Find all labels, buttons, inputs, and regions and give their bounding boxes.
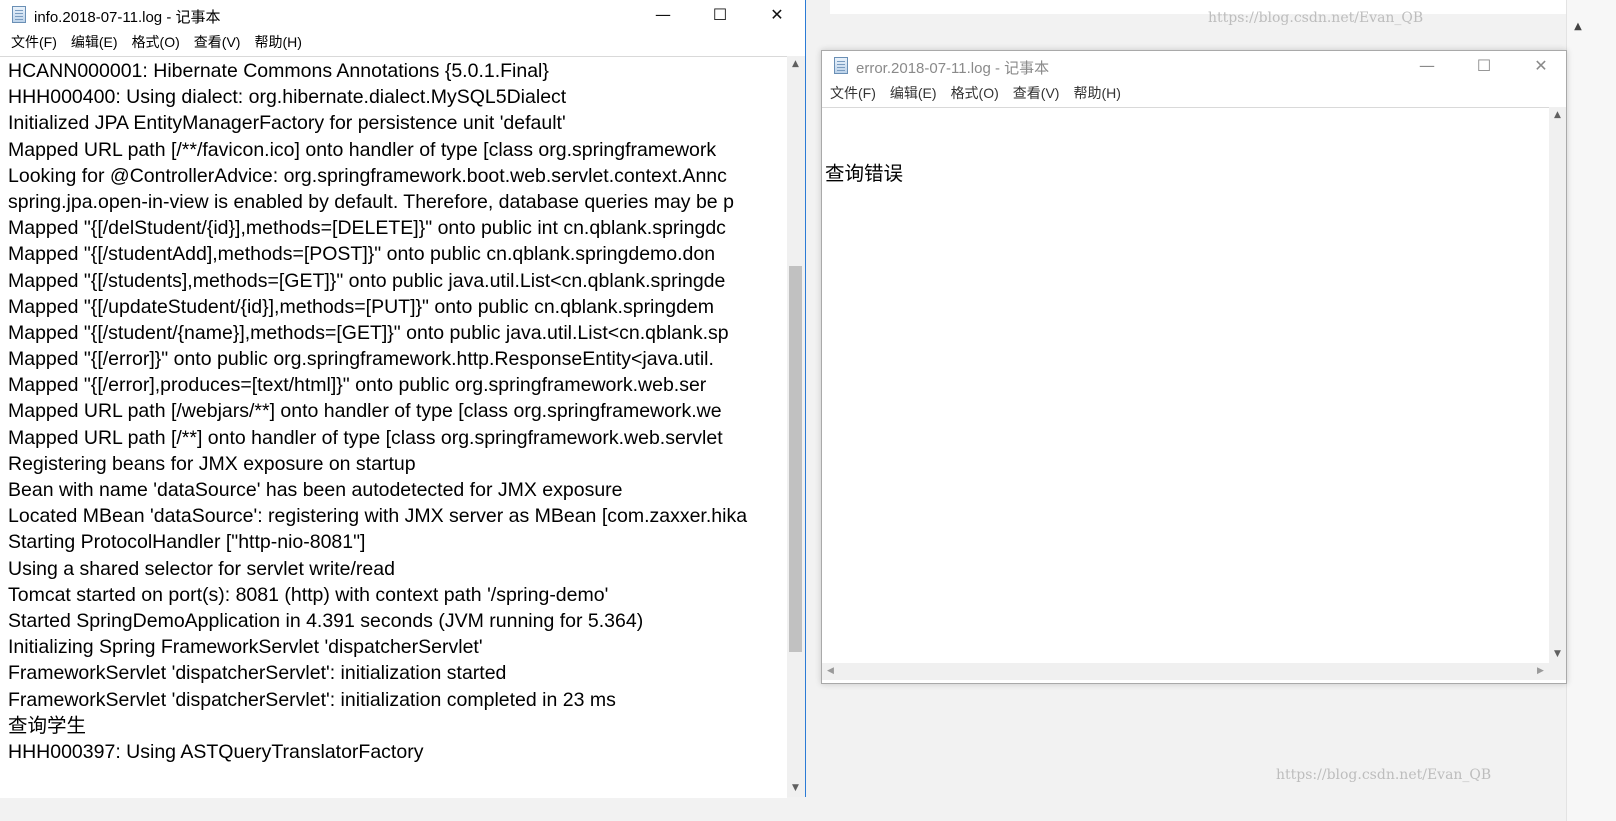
menu-file[interactable]: 文件(F) bbox=[4, 30, 64, 54]
info-log-vertical-scrollbar[interactable]: ▲ ▼ bbox=[787, 56, 805, 797]
scroll-up-arrow-icon[interactable]: ▲ bbox=[1549, 107, 1566, 124]
text-line: spring.jpa.open-in-view is enabled by de… bbox=[8, 190, 734, 213]
text-line: 查询错误 bbox=[825, 163, 904, 186]
text-line: Mapped "{[/updateStudent/{id}],methods=[… bbox=[8, 295, 715, 318]
scroll-right-arrow-icon[interactable]: ▶ bbox=[1532, 663, 1549, 680]
maximize-button[interactable]: ☐ bbox=[697, 0, 743, 30]
text-line: Mapped URL path [/**/favicon.ico] onto h… bbox=[8, 138, 717, 161]
menu-view[interactable]: 查看(V) bbox=[1006, 81, 1067, 105]
text-line: HHH000400: Using dialect: org.hibernate.… bbox=[8, 86, 567, 109]
scroll-up-arrow-icon[interactable]: ▲ bbox=[1567, 16, 1589, 38]
close-button[interactable]: ✕ bbox=[754, 0, 800, 30]
text-line: Mapped "{[/students],methods=[GET]}" ont… bbox=[8, 269, 726, 292]
error-log-vertical-scrollbar[interactable]: ▲ ▼ bbox=[1549, 107, 1566, 663]
text-line: Mapped "{[/studentAdd],methods=[POST]}" … bbox=[8, 243, 716, 266]
background-scrollbar[interactable]: ▲ bbox=[1566, 0, 1616, 821]
text-lines: 查询错误 bbox=[825, 109, 903, 240]
text-line: Looking for @ControllerAdvice: org.sprin… bbox=[8, 164, 727, 187]
scroll-down-arrow-icon[interactable]: ▼ bbox=[787, 780, 804, 797]
minimize-button[interactable]: — bbox=[640, 0, 686, 30]
notepad-icon bbox=[834, 57, 848, 74]
error-log-window: error.2018-07-11.log - 记事本 — ☐ ✕ 文件(F) 编辑… bbox=[821, 50, 1567, 684]
text-line: Mapped "{[/error]}" onto public org.spri… bbox=[8, 348, 714, 371]
text-line: Initializing Spring FrameworkServlet 'di… bbox=[8, 636, 483, 659]
menu-edit[interactable]: 编辑(E) bbox=[883, 81, 944, 105]
maximize-button[interactable]: ☐ bbox=[1461, 51, 1507, 81]
menu-format[interactable]: 格式(O) bbox=[125, 30, 187, 54]
text-line: Tomcat started on port(s): 8081 (http) w… bbox=[8, 583, 609, 606]
info-log-menubar: 文件(F) 编辑(E) 格式(O) 查看(V) 帮助(H) bbox=[0, 30, 805, 54]
text-line: 查询学生 bbox=[8, 714, 87, 737]
notepad-icon bbox=[12, 6, 26, 23]
error-log-menubar: 文件(F) 编辑(E) 格式(O) 查看(V) 帮助(H) bbox=[822, 81, 1566, 105]
text-line: Initialized JPA EntityManagerFactory for… bbox=[8, 112, 566, 135]
menu-help[interactable]: 帮助(H) bbox=[1066, 81, 1127, 105]
text-lines: HCANN000001: Hibernate Commons Annotatio… bbox=[8, 58, 781, 765]
menu-view[interactable]: 查看(V) bbox=[187, 30, 248, 54]
menu-file[interactable]: 文件(F) bbox=[823, 81, 883, 105]
text-line: Mapped URL path [/**] onto handler of ty… bbox=[8, 426, 723, 449]
close-button[interactable]: ✕ bbox=[1518, 51, 1564, 81]
scroll-left-arrow-icon[interactable]: ◀ bbox=[822, 663, 839, 680]
text-line: Mapped "{[/error],produces=[text/html]}"… bbox=[8, 374, 707, 397]
error-log-text-area[interactable]: 查询错误 bbox=[822, 107, 1549, 664]
menu-format[interactable]: 格式(O) bbox=[944, 81, 1006, 105]
info-log-text-area[interactable]: HCANN000001: Hibernate Commons Annotatio… bbox=[0, 56, 787, 798]
menu-edit[interactable]: 编辑(E) bbox=[64, 30, 125, 54]
text-line: Started SpringDemoApplication in 4.391 s… bbox=[8, 609, 644, 632]
text-line: Bean with name 'dataSource' has been aut… bbox=[8, 479, 623, 501]
info-log-window: info.2018-07-11.log - 记事本 — ☐ ✕ 文件(F) 编辑(… bbox=[0, 0, 806, 798]
window-title: error.2018-07-11.log - 记事本 bbox=[856, 60, 1050, 77]
scroll-down-arrow-icon[interactable]: ▼ bbox=[1549, 646, 1566, 663]
minimize-button[interactable]: — bbox=[1404, 51, 1450, 81]
scrollbar-thumb[interactable] bbox=[789, 265, 802, 652]
text-line: FrameworkServlet 'dispatcherServlet': in… bbox=[8, 662, 507, 685]
menu-help[interactable]: 帮助(H) bbox=[247, 30, 308, 54]
watermark-top: https://blog.csdn.net/Evan_QB bbox=[1208, 10, 1424, 26]
text-line: Starting ProtocolHandler ["http-nio-8081… bbox=[8, 531, 366, 554]
error-log-horizontal-scrollbar[interactable]: ◀ ▶ bbox=[822, 663, 1549, 680]
text-line: Using a shared selector for servlet writ… bbox=[8, 557, 395, 580]
text-line: HHH000397: Using ASTQueryTranslatorFacto… bbox=[8, 740, 424, 763]
background-window-header-strip bbox=[830, 0, 1570, 14]
watermark-bottom: https://blog.csdn.net/Evan_QB bbox=[1276, 767, 1492, 783]
scroll-up-arrow-icon[interactable]: ▲ bbox=[787, 56, 804, 73]
text-line: Mapped "{[/delStudent/{id}],methods=[DEL… bbox=[8, 217, 726, 240]
text-line: Located MBean 'dataSource': registering … bbox=[8, 505, 748, 528]
text-line: Mapped URL path [/webjars/**] onto handl… bbox=[8, 400, 722, 423]
text-line: Registering beans for JMX exposure on st… bbox=[8, 452, 416, 475]
window-title: info.2018-07-11.log - 记事本 bbox=[34, 9, 221, 26]
size-grip-icon[interactable] bbox=[1549, 663, 1566, 680]
info-log-titlebar[interactable]: info.2018-07-11.log - 记事本 — ☐ ✕ bbox=[0, 0, 805, 30]
error-log-titlebar[interactable]: error.2018-07-11.log - 记事本 — ☐ ✕ bbox=[822, 51, 1566, 81]
text-line: FrameworkServlet 'dispatcherServlet': in… bbox=[8, 688, 616, 711]
text-line: Mapped "{[/student/{name}],methods=[GET]… bbox=[8, 321, 729, 344]
text-line: HCANN000001: Hibernate Commons Annotatio… bbox=[8, 60, 549, 82]
